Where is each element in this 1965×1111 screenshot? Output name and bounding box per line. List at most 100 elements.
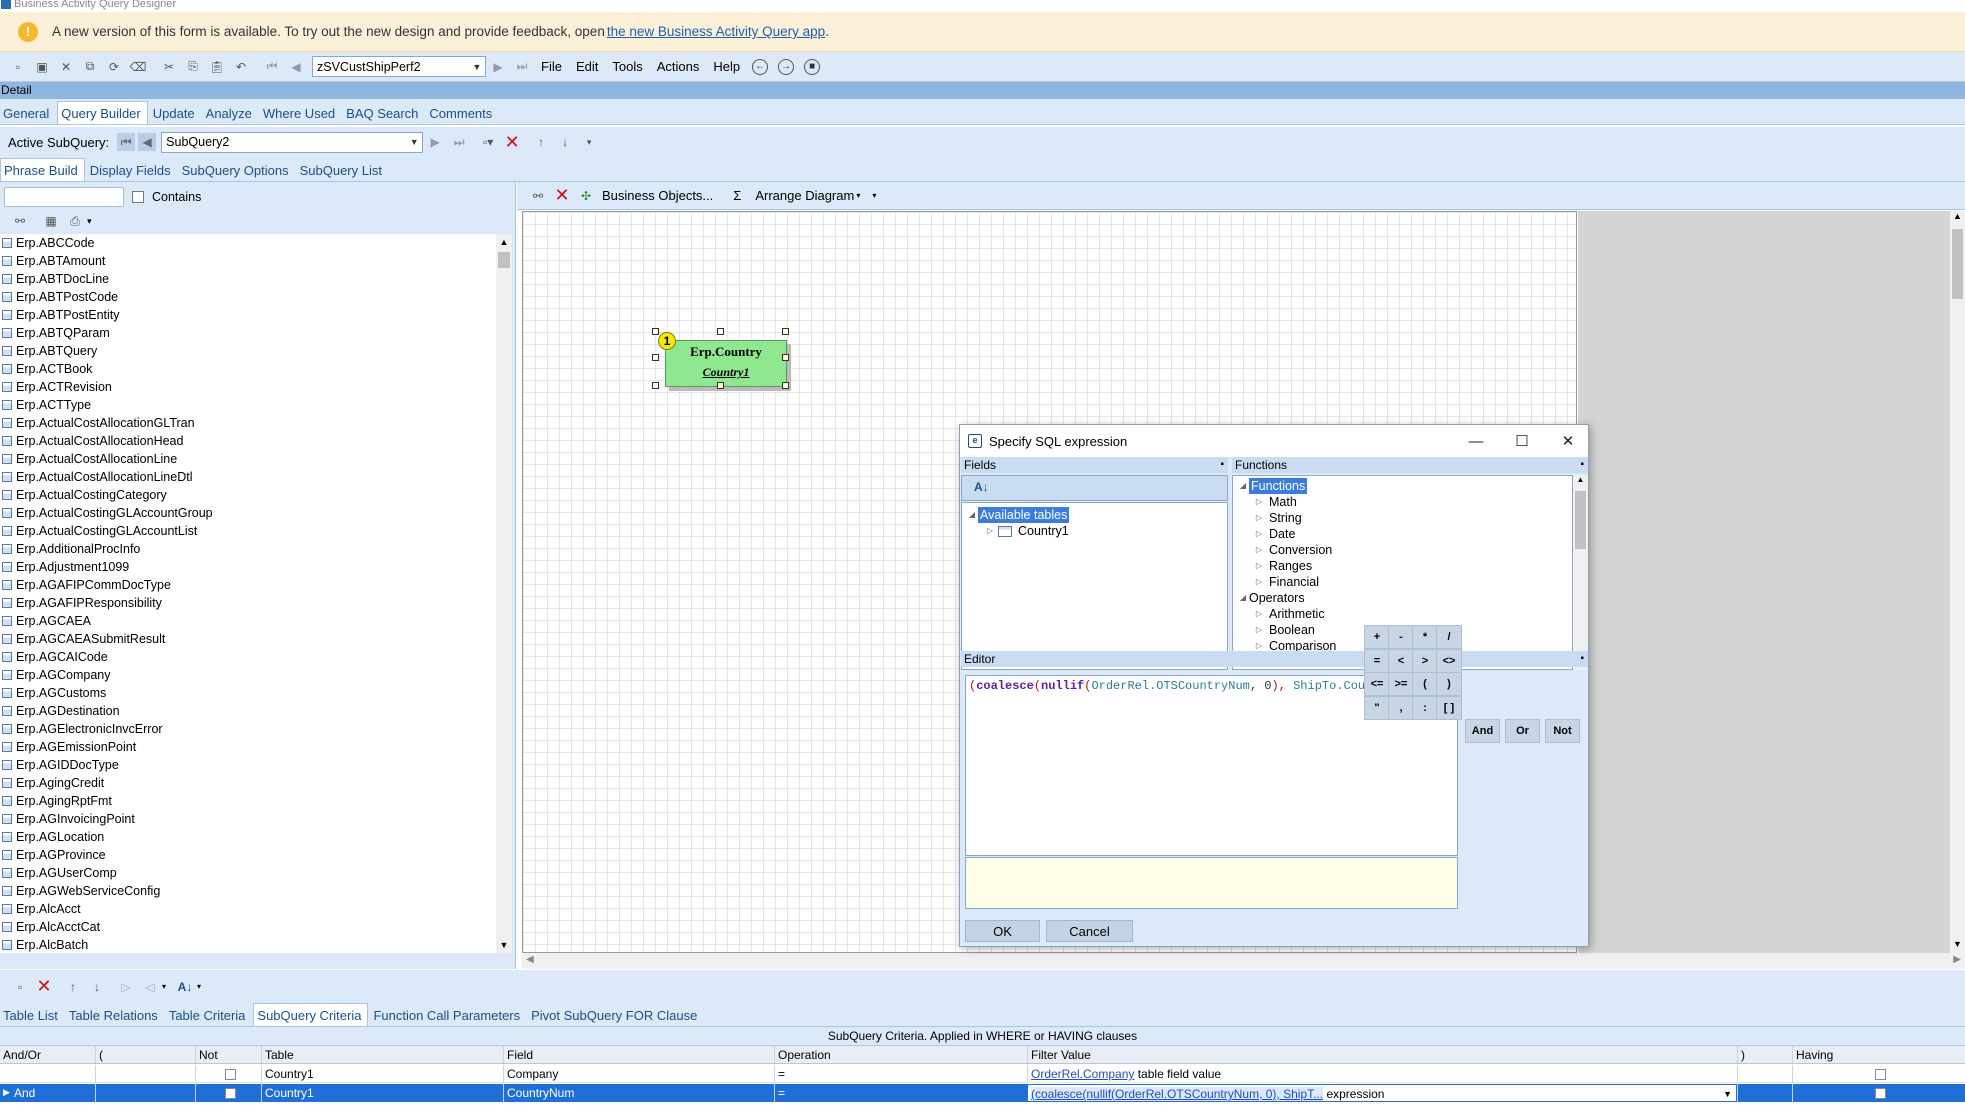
- move-up-icon[interactable]: ↑: [64, 978, 82, 996]
- cell-table[interactable]: Country1: [261, 1084, 503, 1102]
- cell-andor[interactable]: [0, 1065, 95, 1082]
- menu-file[interactable]: File: [541, 59, 562, 74]
- table-list-item[interactable]: Erp.AGLocation: [0, 828, 496, 846]
- not-checkbox[interactable]: [224, 1069, 236, 1081]
- node-alias[interactable]: Country1: [666, 365, 786, 380]
- cell-not[interactable]: [195, 1084, 261, 1102]
- table-list-item[interactable]: Erp.AGInvoicingPoint: [0, 810, 496, 828]
- table-list-item[interactable]: Erp.ActualCostAllocationLine: [0, 450, 496, 468]
- arrange-dropdown-icon[interactable]: ▾: [856, 191, 860, 200]
- cell-close-paren[interactable]: [1737, 1084, 1792, 1102]
- table-list-item[interactable]: Erp.AGCAEASubmitResult: [0, 630, 496, 648]
- keypad-button[interactable]: ): [1436, 672, 1462, 696]
- cell-filter-value[interactable]: OrderRel.Company table field value: [1027, 1065, 1737, 1082]
- link-icon[interactable]: ⚯: [11, 212, 29, 230]
- copy-icon[interactable]: ⧉: [81, 58, 99, 76]
- next-record-icon[interactable]: ▶: [489, 58, 507, 76]
- table-list-item[interactable]: Erp.AGWebServiceConfig: [0, 882, 496, 900]
- table-list-item[interactable]: Erp.Adjustment1099: [0, 558, 496, 576]
- logic-or-button[interactable]: Or: [1505, 719, 1540, 743]
- having-checkbox[interactable]: [1875, 1088, 1886, 1100]
- expand-icon[interactable]: ▷: [1253, 622, 1265, 638]
- resize-handle[interactable]: [652, 382, 659, 389]
- cell-andor[interactable]: And: [0, 1084, 95, 1102]
- keypad-button[interactable]: ,: [1388, 696, 1414, 720]
- table-list-item[interactable]: Erp.ActualCostAllocationLineDtl: [0, 468, 496, 486]
- last-record-icon[interactable]: ⏭: [513, 58, 531, 76]
- tree-node-arithmetic[interactable]: ▷ Arithmetic: [1233, 606, 1572, 622]
- keypad-button[interactable]: <>: [1436, 649, 1462, 673]
- ok-button[interactable]: OK: [965, 920, 1040, 942]
- keypad-button[interactable]: <=: [1364, 672, 1390, 696]
- table-list-item[interactable]: Erp.ActualCostAllocationGLTran: [0, 414, 496, 432]
- tab-comments[interactable]: Comments: [426, 102, 498, 124]
- move-down-icon[interactable]: ↓: [556, 133, 574, 151]
- overflow-icon[interactable]: ▾: [87, 216, 92, 227]
- resize-handle[interactable]: [652, 354, 659, 361]
- cell-close-paren[interactable]: [1737, 1065, 1792, 1082]
- tab-subquery-criteria[interactable]: SubQuery Criteria: [253, 1003, 369, 1026]
- resize-handle[interactable]: [782, 354, 789, 361]
- cell-open-paren[interactable]: [95, 1065, 195, 1082]
- delete-subquery-icon[interactable]: ✕: [503, 132, 521, 152]
- tree-node-ranges[interactable]: ▷ Ranges: [1233, 558, 1572, 574]
- overflow-icon[interactable]: ▾: [162, 982, 166, 991]
- chevron-down-icon[interactable]: ▼: [469, 57, 485, 76]
- keypad-button[interactable]: /: [1436, 625, 1462, 649]
- last-subquery-icon[interactable]: ⏭: [450, 133, 468, 151]
- delete-icon[interactable]: ✕: [57, 58, 75, 76]
- new-icon[interactable]: ▫: [11, 978, 29, 996]
- table-row[interactable]: And ▶ Country1 CountryNum = (coalesce(nu…: [0, 1084, 1965, 1102]
- save-icon[interactable]: ▣: [33, 58, 51, 76]
- tab-analyze[interactable]: Analyze: [203, 102, 258, 124]
- table-list-item[interactable]: Erp.AlcAcct: [0, 900, 496, 918]
- cell-field[interactable]: Company: [503, 1065, 774, 1082]
- pin-icon[interactable]: ▪: [1220, 457, 1224, 473]
- table-list-item[interactable]: Erp.ABTAmount: [0, 252, 496, 270]
- tree-node-financial[interactable]: ▷ Financial: [1233, 574, 1572, 590]
- pin-icon[interactable]: ▪: [1580, 651, 1584, 667]
- expand-icon[interactable]: ▷: [1253, 494, 1265, 510]
- menu-tools[interactable]: Tools: [612, 59, 642, 74]
- tree-node-operators[interactable]: ◢ Operators: [1233, 590, 1572, 606]
- prev-subquery-icon[interactable]: ◀: [138, 133, 157, 151]
- expand-icon[interactable]: ▷: [1253, 574, 1265, 590]
- keypad-button[interactable]: *: [1412, 625, 1438, 649]
- tree-node-string[interactable]: ▷ String: [1233, 510, 1572, 526]
- sigma-button[interactable]: Σ: [733, 188, 741, 203]
- print-icon[interactable]: ⎙: [66, 212, 84, 230]
- first-record-icon[interactable]: ⏮: [263, 58, 281, 76]
- overflow-icon[interactable]: ▾: [580, 133, 598, 151]
- tab-subquery-options[interactable]: SubQuery Options: [179, 159, 295, 181]
- delete-icon[interactable]: ✕: [35, 976, 53, 996]
- menu-actions[interactable]: Actions: [657, 59, 700, 74]
- col-operation[interactable]: Operation: [774, 1046, 1027, 1063]
- scroll-up-icon[interactable]: ▲: [1573, 475, 1588, 489]
- tree-node-conversion[interactable]: ▷ Conversion: [1233, 542, 1572, 558]
- expand-icon[interactable]: ▷: [1253, 542, 1265, 558]
- cell-having[interactable]: [1792, 1065, 1965, 1082]
- contains-checkbox[interactable]: [132, 191, 144, 203]
- tab-table-list[interactable]: Table List: [0, 1004, 64, 1026]
- tab-table-criteria[interactable]: Table Criteria: [166, 1004, 252, 1026]
- grid-icon[interactable]: ▦: [42, 212, 60, 230]
- table-list-item[interactable]: Erp.AGCAICode: [0, 648, 496, 666]
- move-left-icon[interactable]: ◁: [141, 978, 159, 996]
- table-list-item[interactable]: Erp.AlcBatch: [0, 936, 496, 953]
- table-list-item[interactable]: Erp.AgingRptFmt: [0, 792, 496, 810]
- expand-icon[interactable]: ▷: [1253, 510, 1265, 526]
- scroll-up-icon[interactable]: ▲: [1950, 211, 1965, 225]
- table-list-item[interactable]: Erp.AGCompany: [0, 666, 496, 684]
- new-subquery-icon[interactable]: ▫▾: [479, 133, 497, 151]
- sort-az-icon[interactable]: A↓: [176, 978, 194, 996]
- table-list-item[interactable]: Erp.AGUserComp: [0, 864, 496, 882]
- table-list-item[interactable]: Erp.AGElectronicInvcError: [0, 720, 496, 738]
- cell-open-paren[interactable]: [95, 1084, 195, 1102]
- expand-icon[interactable]: ▷: [1253, 606, 1265, 622]
- diagram-hscroll[interactable]: ◀ ▶: [522, 953, 1965, 969]
- tab-function-call-parameters[interactable]: Function Call Parameters: [370, 1004, 526, 1026]
- keypad-button[interactable]: >: [1412, 649, 1438, 673]
- scroll-up-icon[interactable]: ▲: [496, 234, 512, 250]
- cell-filter-value[interactable]: (coalesce(nullif(OrderRel.OTSCountryNum,…: [1027, 1084, 1737, 1102]
- keypad-button[interactable]: -: [1388, 625, 1414, 649]
